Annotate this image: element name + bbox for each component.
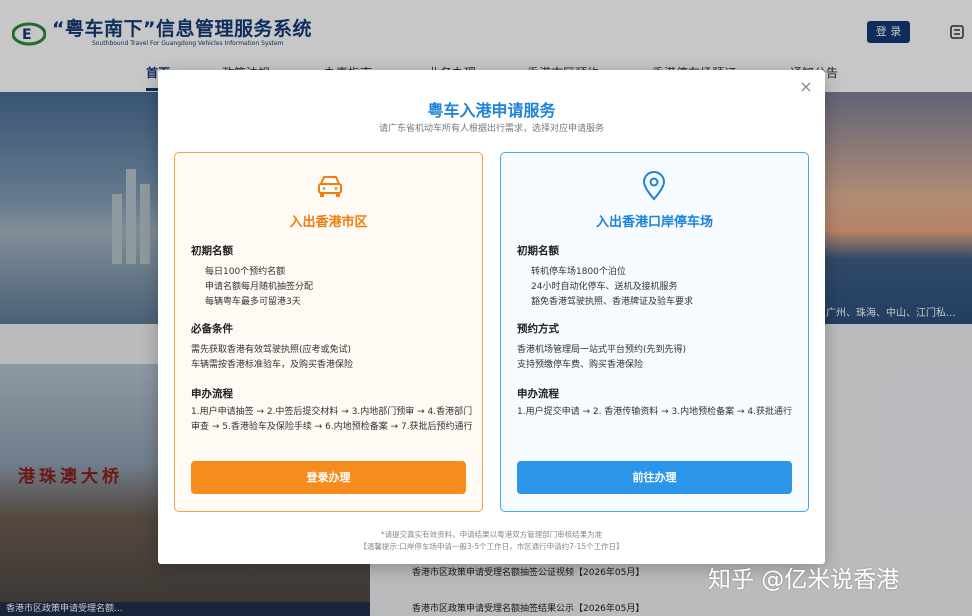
footnote-tip: 【温馨提示:口岸停车场申请一般3-5个工作日，市区通行申请约7-15个工作日】 bbox=[359, 542, 624, 551]
card-title: 入出香港市区 bbox=[289, 215, 368, 230]
quota-line: 申请名额每月随机抽签分配 bbox=[205, 282, 314, 292]
login-apply-button[interactable]: 登录办理 bbox=[191, 461, 466, 494]
modal-subtitle: 请广东省机动车所有人根据出行需求，选择对应申请服务 bbox=[378, 124, 604, 134]
go-apply-button[interactable]: 前往办理 bbox=[517, 461, 792, 494]
quota-line: 豁免香港驾驶执照、香港牌证及验车要求 bbox=[531, 297, 694, 307]
hk-parking-card: 入出香港口岸停车场 初期名额 转机停车场1800个泊位 24小时自动化停车、送机… bbox=[500, 152, 809, 512]
modal-title: 粤车入港申请服务 bbox=[427, 101, 556, 120]
quota-line: 转机停车场1800个泊位 bbox=[531, 267, 626, 277]
quota-line: 24小时自动化停车、送机及接机服务 bbox=[531, 282, 678, 292]
footnote: *请提交真实有效资料，申请结果以粤港双方管理部门审核结果为准 bbox=[380, 530, 603, 539]
card-title: 入出香港口岸停车场 bbox=[595, 215, 713, 230]
section-heading: 申办流程 bbox=[191, 388, 233, 400]
booking-line: 香港机场管理局一站式平台预约(先到先得) bbox=[517, 345, 687, 355]
process-text: 1.用户提交申请 → 2. 香港传输资料 → 3.内地预检备案 → 4.获批通行 bbox=[517, 407, 792, 417]
location-pin-icon bbox=[642, 171, 666, 201]
process-text: 1.用户申请抽签 → 2.中签后提交材料 → 3.内地部门预审 → 4.香港部门… bbox=[191, 407, 473, 432]
section-heading: 申办流程 bbox=[517, 388, 559, 400]
booking-line: 支持预缴停车费、购买香港保险 bbox=[517, 360, 644, 370]
watermark: 知乎 @亿米说香港 bbox=[708, 567, 900, 593]
quota-line: 每辆粤车最多可留港3天 bbox=[205, 297, 301, 307]
car-icon bbox=[318, 176, 342, 197]
section-heading: 初期名额 bbox=[191, 245, 233, 257]
application-modal: × 粤车入港申请服务 请广东省机动车所有人根据出行需求，选择对应申请服务 入出香… bbox=[158, 70, 825, 564]
quota-line: 每日100个预约名额 bbox=[205, 267, 286, 277]
hk-urban-card: 入出香港市区 初期名额 每日100个预约名额 申请名额每月随机抽签分配 每辆粤车… bbox=[174, 152, 483, 512]
requirement-line: 需先获取香港有效驾驶执照(应考或免试) bbox=[191, 345, 352, 355]
section-heading: 初期名额 bbox=[517, 245, 559, 257]
section-heading: 必备条件 bbox=[191, 323, 233, 335]
requirement-line: 车辆需按香港标准验车，及购买香港保险 bbox=[191, 360, 354, 370]
section-heading: 预约方式 bbox=[517, 323, 559, 335]
close-icon[interactable]: × bbox=[799, 79, 813, 95]
